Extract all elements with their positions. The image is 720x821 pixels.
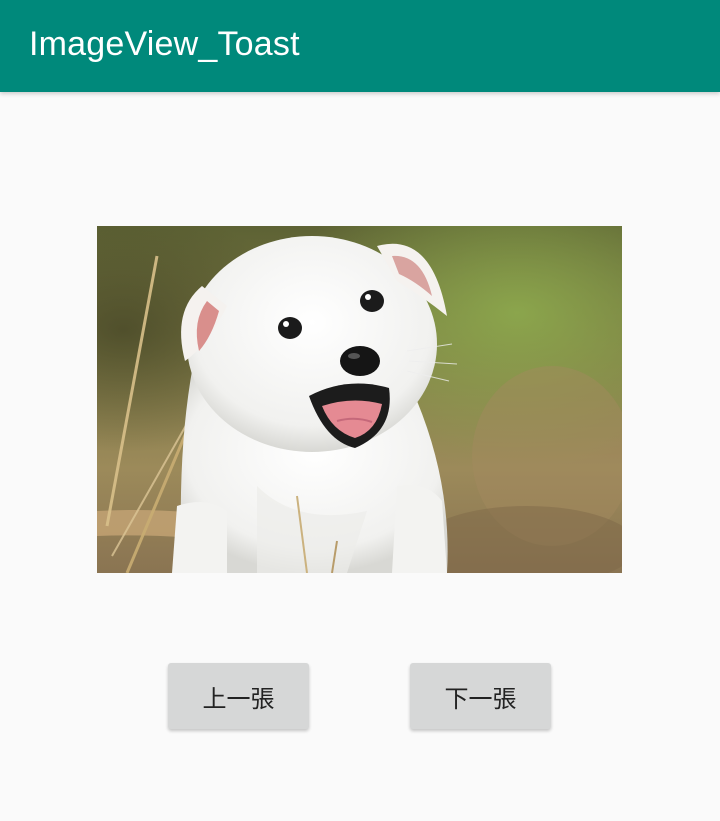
puppy-image xyxy=(97,226,622,573)
app-title: ImageView_Toast xyxy=(29,24,300,63)
next-image-button[interactable]: 下一張 xyxy=(410,663,551,729)
app-bar: ImageView_Toast xyxy=(0,0,720,92)
previous-image-button[interactable]: 上一張 xyxy=(168,663,309,729)
